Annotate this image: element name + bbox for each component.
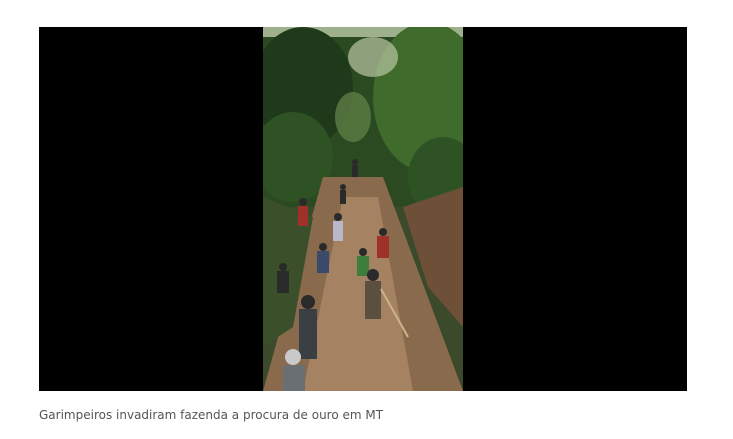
article-figure: Garimpeiros invadiram fazenda a procura … [0,0,733,439]
video-player[interactable] [39,27,687,391]
forest-mining-scene-illustration [263,27,463,391]
figure-caption: Garimpeiros invadiram fazenda a procura … [39,408,384,422]
video-frame-image [263,27,463,391]
